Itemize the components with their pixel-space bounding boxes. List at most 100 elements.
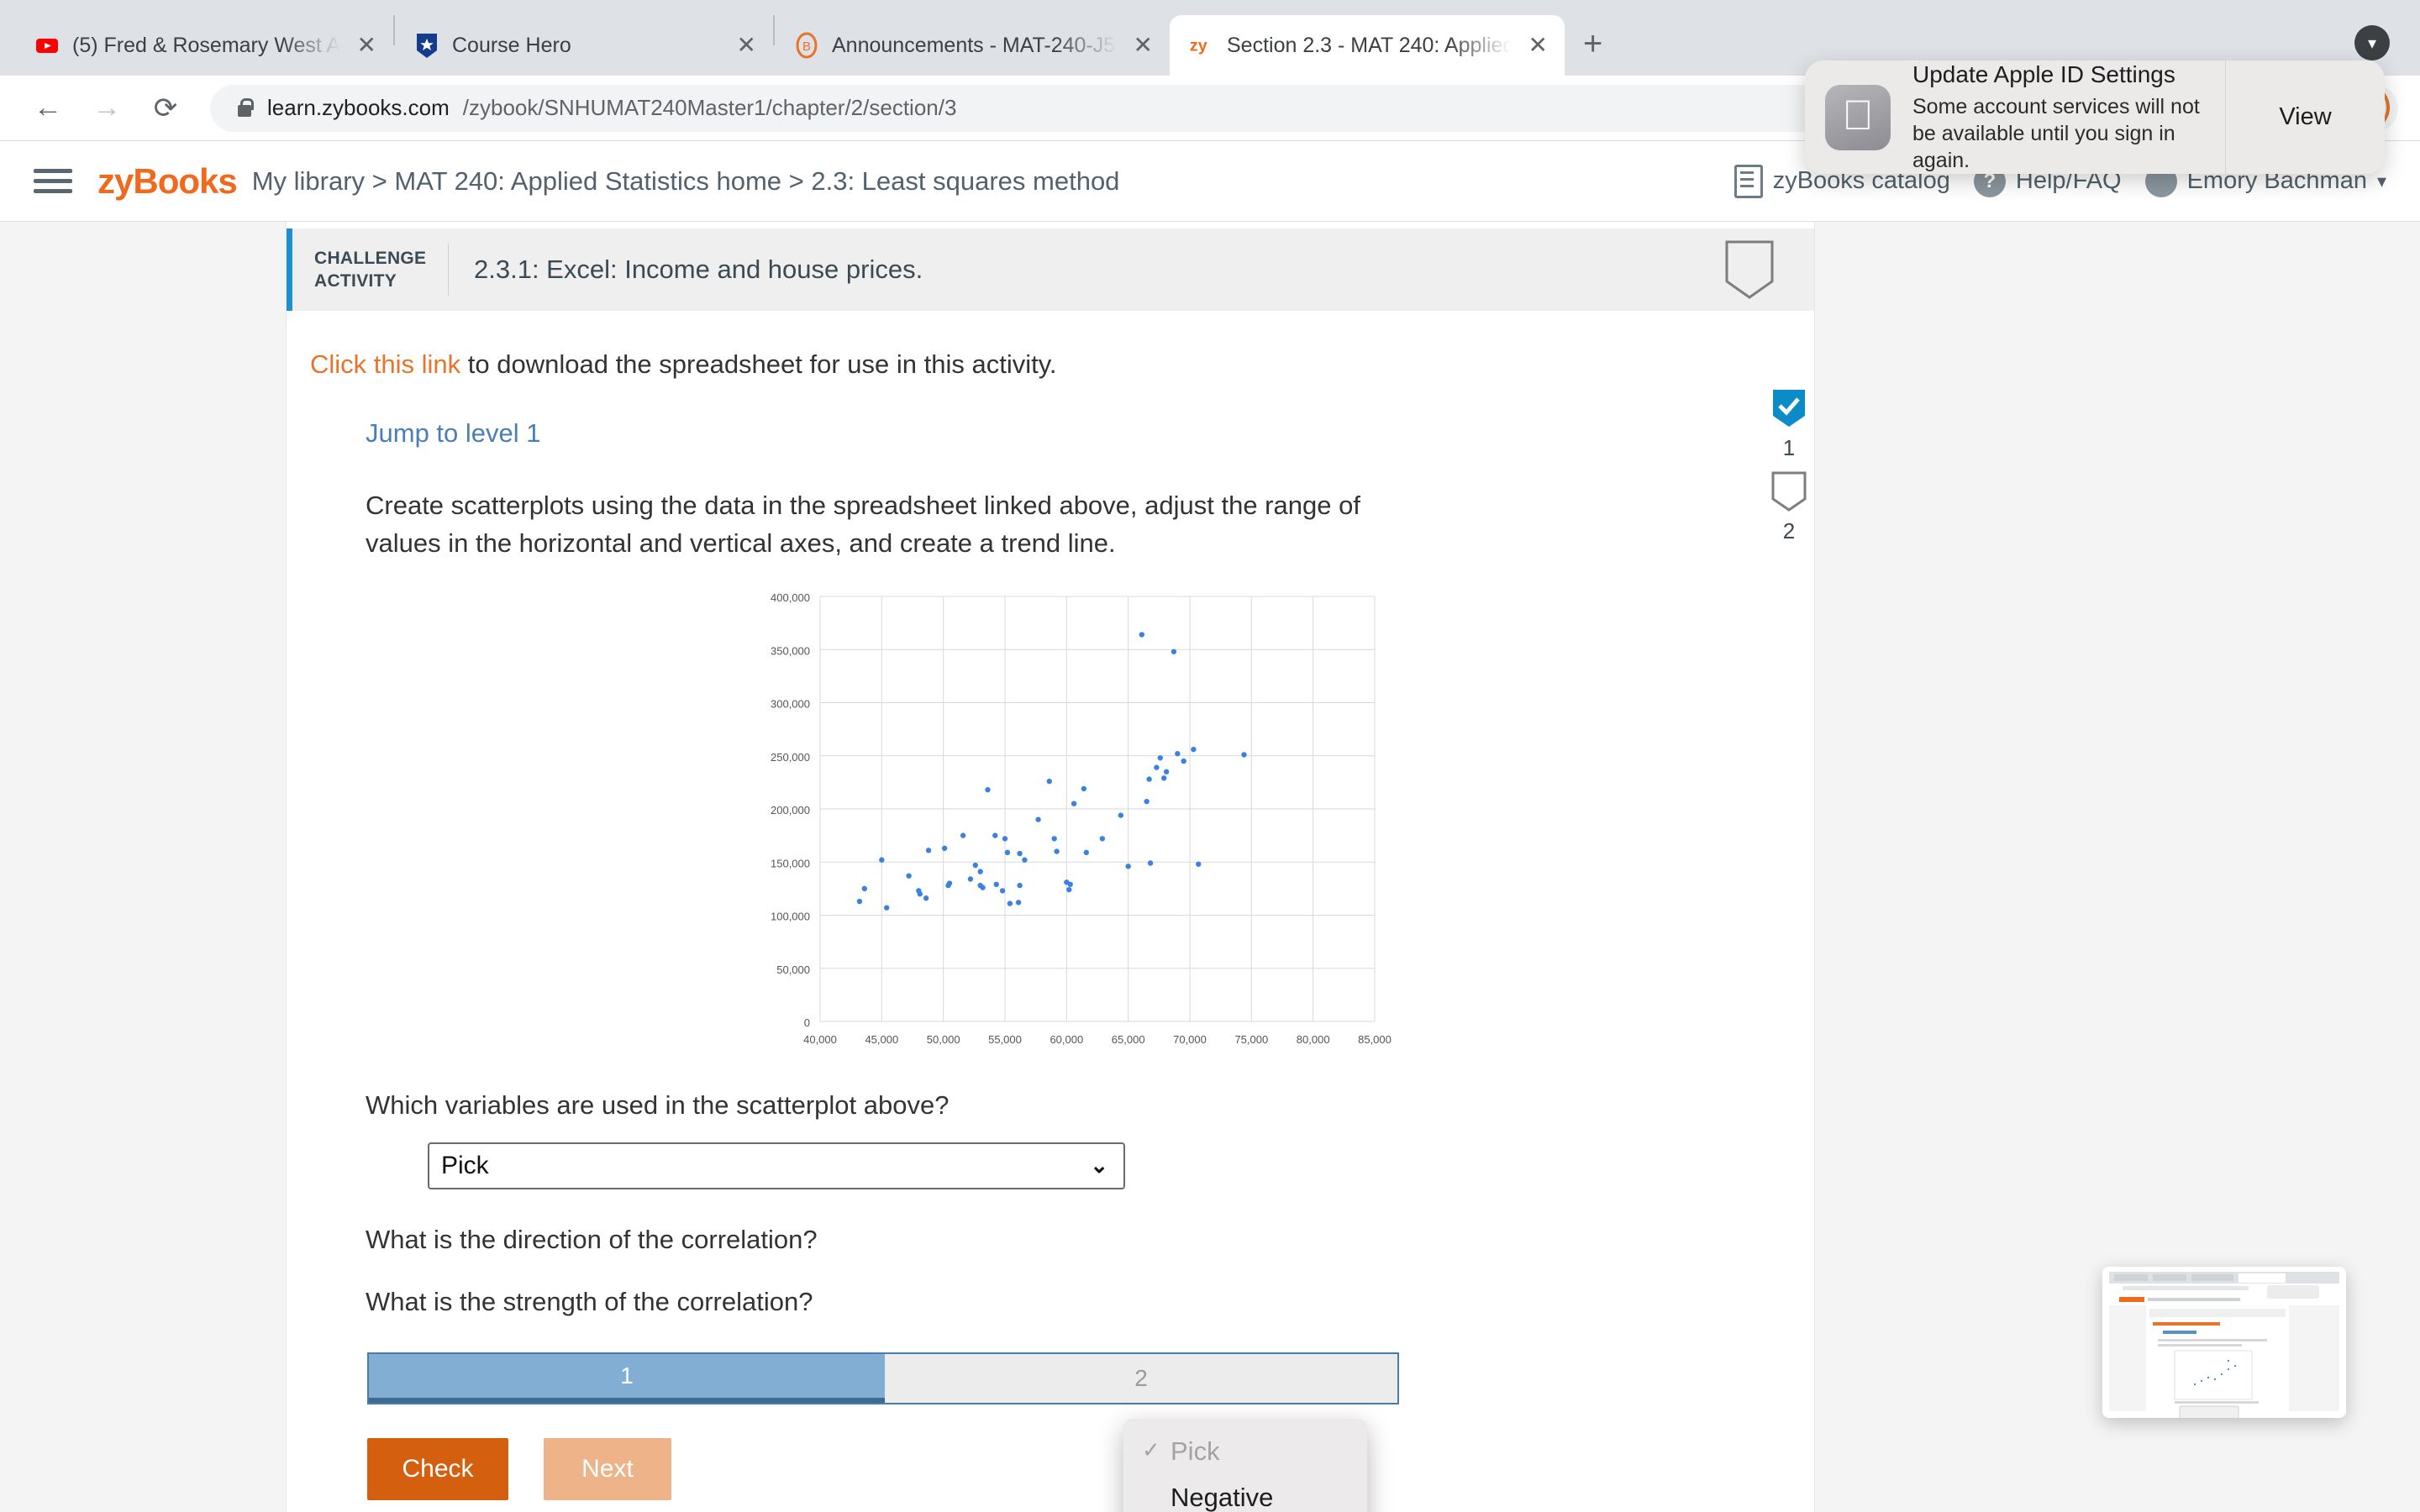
apple-id-notification[interactable]:  Update Apple ID Settings Some account … xyxy=(1805,60,2385,174)
y-tick-label: 300,000 xyxy=(771,697,810,710)
y-tick-label: 200,000 xyxy=(771,804,810,816)
dropdown-option-pick[interactable]: ✓ Pick xyxy=(1123,1429,1367,1475)
zybooks-logo[interactable]: zyBooks xyxy=(97,160,238,202)
data-point xyxy=(993,881,999,887)
activity-kind-line2: ACTIVITY xyxy=(314,271,397,291)
data-point xyxy=(980,885,986,890)
activity-kind: CHALLENGE ACTIVITY xyxy=(292,228,448,311)
data-point xyxy=(1071,801,1077,806)
correlation-dropdown-menu[interactable]: ✓ Pick Negative No correlation Positive xyxy=(1123,1419,1367,1512)
browser-tab[interactable]: (5) Fred & Rosemary West And ✕ xyxy=(15,15,393,76)
coursehero-icon xyxy=(413,32,440,59)
browser-window: (5) Fred & Rosemary West And ✕ Course He… xyxy=(0,0,2420,1512)
data-point xyxy=(1181,758,1186,764)
close-icon[interactable]: ✕ xyxy=(1128,34,1158,57)
notification-body: Update Apple ID Settings Some account se… xyxy=(1891,61,2225,174)
question-strength: What is the strength of the correlation? xyxy=(366,1286,813,1316)
y-tick-label: 400,000 xyxy=(771,591,810,604)
question-direction: What is the direction of the correlation… xyxy=(366,1224,818,1254)
progress-segment-next[interactable]: 2 xyxy=(885,1353,1397,1403)
level-flag-1[interactable]: 1 xyxy=(1739,388,1839,461)
download-link[interactable]: Click this link xyxy=(310,349,460,379)
data-point xyxy=(856,898,863,905)
next-button[interactable]: Next xyxy=(544,1437,671,1500)
level-flag-number: 1 xyxy=(1782,435,1796,460)
y-tick-label: 0 xyxy=(804,1016,810,1029)
browser-tab[interactable]: Course Hero ✕ xyxy=(395,15,773,76)
breadcrumb[interactable]: My library > MAT 240: Applied Statistics… xyxy=(252,166,1120,197)
forward-button[interactable]: → xyxy=(81,82,133,134)
notification-title: Update Apple ID Settings xyxy=(1912,60,2175,87)
svg-text:zy: zy xyxy=(1190,37,1207,55)
challenge-activity-header: CHALLENGE ACTIVITY 2.3.1: Excel: Income … xyxy=(287,228,1814,311)
activity-kind-line1: CHALLENGE xyxy=(314,248,427,268)
notification-message: Some account services will not be availa… xyxy=(1912,94,2200,172)
logo-books: Books xyxy=(133,160,237,201)
brightspace-icon: B xyxy=(793,32,820,59)
x-tick-label: 85,000 xyxy=(1358,1033,1392,1046)
data-point xyxy=(985,786,991,793)
dropdown-option-label: Negative xyxy=(1171,1482,1274,1512)
level-flag-2[interactable]: 2 xyxy=(1739,471,1839,544)
dropdown-option-negative[interactable]: Negative xyxy=(1123,1475,1367,1512)
data-point xyxy=(884,905,890,911)
variables-select-row: Pick ⌄ xyxy=(428,1142,1814,1189)
data-point xyxy=(1017,850,1023,857)
tab-title: Course Hero xyxy=(452,33,571,57)
new-tab-button[interactable]: + xyxy=(1583,27,1602,60)
data-point xyxy=(972,862,978,869)
data-point xyxy=(1171,648,1177,654)
level-progress-bar[interactable]: 1 2 xyxy=(367,1352,1399,1404)
svg-text:B: B xyxy=(802,39,811,54)
tab-title: (5) Fred & Rosemary West And xyxy=(72,33,340,57)
close-icon[interactable]: ✕ xyxy=(352,34,381,57)
dropdown-option-label: Pick xyxy=(1171,1436,1220,1466)
data-point xyxy=(945,882,951,889)
chevron-down-icon[interactable]: ▾ xyxy=(2354,25,2390,60)
data-point xyxy=(1144,798,1150,805)
thumbnail-preview-image xyxy=(2102,1267,2346,1418)
reload-button[interactable]: ⟳ xyxy=(139,82,192,134)
flag-unchecked-icon xyxy=(1771,471,1807,512)
data-point xyxy=(999,888,1006,894)
browser-tab[interactable]: B Announcements - MAT-240-J5 ✕ xyxy=(775,15,1170,76)
y-tick-label: 150,000 xyxy=(771,857,810,869)
x-tick-label: 70,000 xyxy=(1173,1033,1207,1046)
data-point xyxy=(1083,849,1089,855)
chevron-down-icon: ⌄ xyxy=(1090,1152,1108,1179)
browser-tab-active[interactable]: zy Section 2.3 - MAT 240: Applied ✕ xyxy=(1170,15,1565,76)
data-point xyxy=(861,885,867,891)
data-point xyxy=(1017,882,1023,889)
view-button[interactable]: View xyxy=(2225,60,2385,174)
level-flags: 1 2 xyxy=(1739,222,1839,544)
variables-select[interactable]: Pick ⌄ xyxy=(428,1142,1125,1189)
flag-checked-icon xyxy=(1773,390,1805,427)
apple-icon:  xyxy=(1825,84,1891,150)
hamburger-menu-icon[interactable] xyxy=(34,163,72,199)
x-tick-label: 65,000 xyxy=(1112,1033,1145,1046)
logo-zy: zy xyxy=(97,160,134,201)
data-point xyxy=(925,848,932,853)
x-tick-label: 50,000 xyxy=(927,1033,960,1046)
jump-to-level-link[interactable]: Jump to level 1 xyxy=(366,418,541,449)
check-button[interactable]: Check xyxy=(367,1437,508,1500)
check-icon: ✓ xyxy=(1142,1437,1160,1462)
data-point xyxy=(1125,863,1131,869)
screenshot-thumbnail[interactable] xyxy=(2102,1267,2346,1418)
data-point xyxy=(1046,778,1052,785)
data-point xyxy=(960,832,966,838)
back-button[interactable]: ← xyxy=(22,82,74,134)
close-icon[interactable]: ✕ xyxy=(1523,34,1553,57)
data-point xyxy=(1007,900,1013,906)
close-icon[interactable]: ✕ xyxy=(732,34,761,57)
data-point xyxy=(1147,860,1154,866)
data-point xyxy=(1035,816,1041,822)
data-point xyxy=(1241,752,1247,758)
progress-segment-current[interactable]: 1 xyxy=(369,1353,885,1403)
data-point xyxy=(1022,857,1028,863)
tab-title: Section 2.3 - MAT 240: Applied xyxy=(1227,33,1512,57)
data-point xyxy=(879,857,885,863)
data-point xyxy=(1002,836,1008,842)
variables-select-value: Pick xyxy=(441,1151,489,1179)
data-point xyxy=(1157,754,1163,761)
